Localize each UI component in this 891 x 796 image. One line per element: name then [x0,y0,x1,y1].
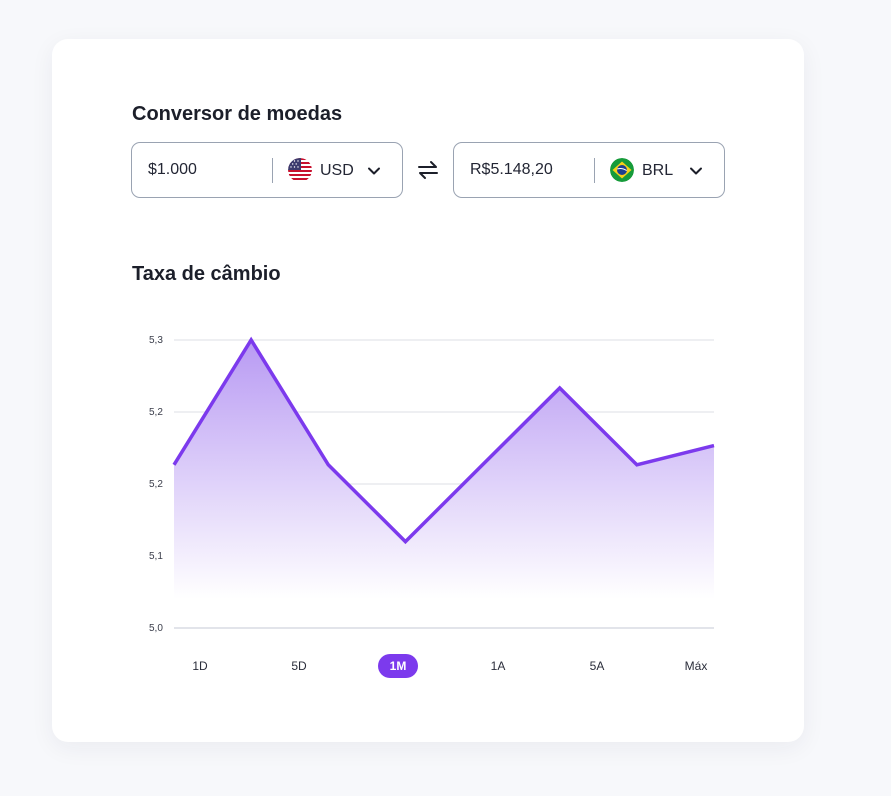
range-button-1d[interactable]: 1D [183,654,217,678]
range-button-máx[interactable]: Máx [679,654,713,678]
range-button-5d[interactable]: 5D [282,654,316,678]
y-tick-label: 5,2 [149,479,163,490]
range-button-5a[interactable]: 5A [580,654,614,678]
y-tick-label: 5,3 [149,335,163,346]
y-tick-label: 5,0 [149,623,163,634]
y-tick-label: 5,2 [149,407,163,418]
exchange-rate-chart: 5,0 5,1 5,2 5,2 5,3 [149,335,715,634]
y-tick-label: 5,1 [149,551,163,562]
area-fill [174,340,714,599]
converter-card: Conversor de moedas $1.000 USD R$5.148,2… [52,39,804,742]
range-button-1m[interactable]: 1M [378,654,418,678]
range-button-1a[interactable]: 1A [481,654,515,678]
